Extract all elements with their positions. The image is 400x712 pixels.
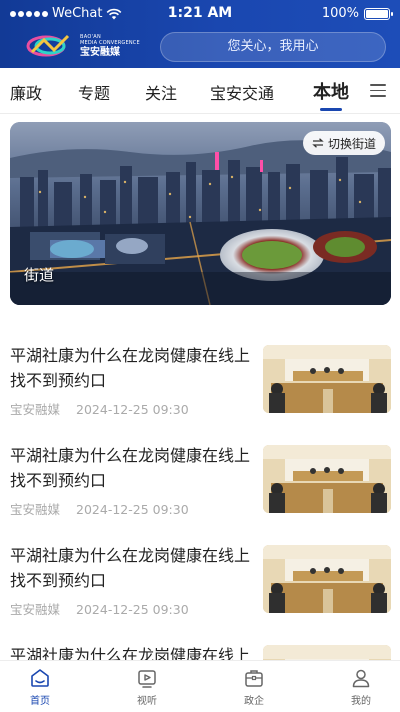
nav-home[interactable]: 首页 <box>10 667 70 707</box>
news-thumbnail <box>263 345 391 413</box>
status-bar: WeChat 1:21 AM 100% <box>0 0 400 28</box>
nav-government[interactable]: 政企 <box>224 667 284 707</box>
home-icon <box>31 669 49 687</box>
menu-icon[interactable] <box>370 84 386 97</box>
nav-profile[interactable]: 我的 <box>331 667 391 707</box>
news-title: 平湖社康为什么在龙岗健康在线上找不到预约口 <box>10 546 251 590</box>
news-item[interactable]: 平湖社康为什么在龙岗健康在线上找不到预约口 宝安融媒 2024-12-25 09:… <box>0 443 400 547</box>
news-item[interactable]: 平湖社康为什么在龙岗健康在线上找不到预约口 宝安融媒 2024-12-25 09:… <box>0 543 400 647</box>
active-tab-indicator <box>320 108 342 111</box>
tab-baoan-jiaotong[interactable]: 宝安交通 <box>210 80 274 104</box>
nav-profile-label: 我的 <box>351 696 371 707</box>
bottom-nav: 首页 视听 政企 我的 <box>0 660 400 712</box>
news-meta: 宝安融媒 2024-12-25 09:30 <box>10 499 189 518</box>
news-source: 宝安融媒 <box>10 602 61 617</box>
battery-icon <box>364 7 393 20</box>
status-right: 100% <box>321 6 393 21</box>
tab-zhuanti[interactable]: 专题 <box>78 80 110 104</box>
user-icon <box>352 669 370 688</box>
video-icon <box>138 670 156 688</box>
news-date: 2024-12-25 09:30 <box>76 402 189 417</box>
news-item[interactable]: 平湖社康为什么在龙岗健康在线上找不到预约口 宝安融媒 2024-12-25 09:… <box>0 343 400 447</box>
news-thumbnail <box>263 445 391 513</box>
swap-icon <box>312 138 324 148</box>
logo-mark-icon <box>26 34 70 57</box>
tab-lianzheng[interactable]: 廉政 <box>10 80 42 104</box>
nav-home-label: 首页 <box>30 696 50 707</box>
news-date: 2024-12-25 09:30 <box>76 502 189 517</box>
tab-guanzhu[interactable]: 关注 <box>145 80 177 104</box>
news-date: 2024-12-25 09:30 <box>76 602 189 617</box>
tab-bendi[interactable]: 本地 <box>313 78 349 104</box>
logo-en-line1: BAO'AN <box>80 33 102 40</box>
meeting-room-image <box>263 445 391 513</box>
news-title: 平湖社康为什么在龙岗健康在线上找不到预约口 <box>10 346 251 390</box>
news-source: 宝安融媒 <box>10 502 61 517</box>
news-meta: 宝安融媒 2024-12-25 09:30 <box>10 399 189 418</box>
meeting-room-image <box>263 545 391 613</box>
news-thumbnail <box>263 545 391 613</box>
nav-video-label: 视听 <box>137 696 157 707</box>
meeting-room-image <box>263 345 391 413</box>
news-title: 平湖社康为什么在龙岗健康在线上找不到预约口 <box>10 446 251 490</box>
app-logo[interactable]: BAO'AN MEDIA CONVERGENCE 宝安融媒 <box>24 32 140 60</box>
logo-cn: 宝安融媒 <box>80 46 120 58</box>
nav-government-label: 政企 <box>244 696 264 707</box>
switch-street-button[interactable]: 切换街道 <box>302 131 385 155</box>
logo-en-line2: MEDIA CONVERGENCE <box>80 39 140 46</box>
briefcase-icon <box>245 670 263 687</box>
hero-banner[interactable]: 切换街道 街道 <box>10 122 391 305</box>
news-source: 宝安融媒 <box>10 402 61 417</box>
nav-video[interactable]: 视听 <box>117 667 177 707</box>
news-meta: 宝安融媒 2024-12-25 09:30 <box>10 599 189 618</box>
app-header: WeChat 1:21 AM 100% BAO'AN MEDIA CONVERG… <box>0 0 400 68</box>
search-bar[interactable]: 您关心，我用心 <box>160 32 386 62</box>
battery-percent: 100% <box>321 6 359 21</box>
hero-caption: 街道 <box>24 266 55 284</box>
switch-street-label: 切换街道 <box>327 136 376 151</box>
logo-text: BAO'AN MEDIA CONVERGENCE 宝安融媒 <box>80 33 140 58</box>
